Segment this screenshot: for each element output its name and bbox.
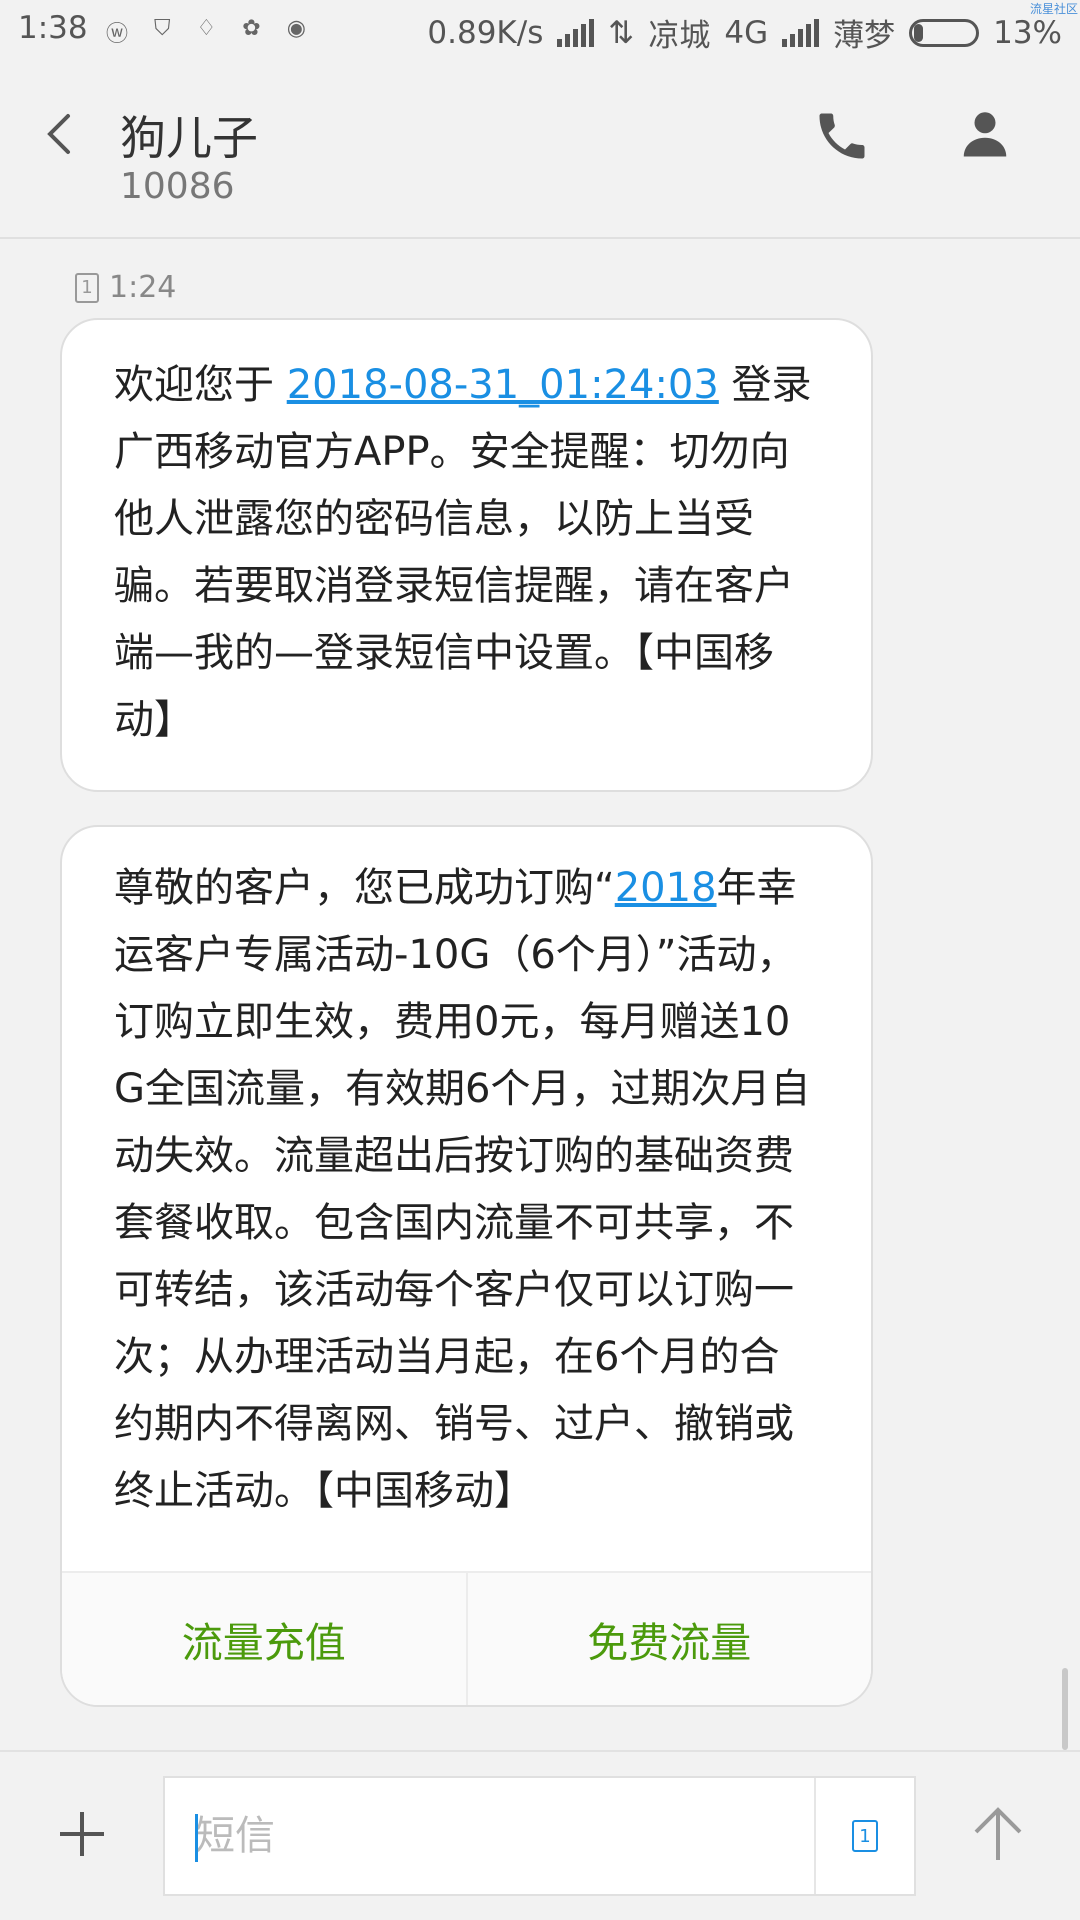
- contact-info-button[interactable]: [955, 104, 1015, 164]
- flower-icon: ✿: [242, 16, 261, 41]
- person-icon: [963, 112, 1007, 157]
- message-input-box: 1: [163, 1776, 916, 1896]
- status-bar: 1:38 ⓦ ⛉ ♢ ✿ ◉ 0.89K/s ⇅ 凉城 4G 薄梦 13% 流星…: [0, 0, 1080, 62]
- status-right: 0.89K/s ⇅ 凉城 4G 薄梦 13%: [427, 10, 1062, 55]
- back-arrow-icon: [47, 114, 70, 154]
- scrollbar[interactable]: [1062, 1668, 1068, 1750]
- weibo-icon: ⓦ: [106, 22, 129, 47]
- arrow-up-icon: [974, 1807, 1022, 1860]
- datetime-link[interactable]: 2018-08-31_01:24:03: [287, 362, 719, 408]
- network-speed: 0.89K/s: [427, 14, 544, 51]
- conversation-header: 狗儿子 10086: [0, 62, 1080, 239]
- contact-name: 狗儿子: [120, 111, 258, 165]
- sim-card-icon: 1: [75, 272, 99, 303]
- text-caret: [195, 1814, 198, 1862]
- data-recharge-button[interactable]: 流量充值: [62, 1573, 466, 1705]
- signal-icon: [557, 18, 595, 47]
- free-data-button[interactable]: 免费流量: [465, 1573, 872, 1705]
- sim-select-button[interactable]: 1: [814, 1778, 914, 1894]
- battery-icon: [909, 18, 980, 47]
- contact-number: 10086: [120, 166, 235, 207]
- back-button[interactable]: [38, 102, 88, 162]
- message-bubble[interactable]: 尊敬的客户，您已成功订购“2018年幸运客户专属活动-10G（6个月）”活动，订…: [60, 825, 873, 1707]
- signal-icon-2: [782, 18, 820, 47]
- watermark: 流星社区: [1029, 2, 1078, 16]
- battery-percent: 13%: [993, 14, 1062, 51]
- notification-icons: ⓦ ⛉ ♢ ✿ ◉: [106, 16, 306, 48]
- call-button[interactable]: [812, 106, 872, 166]
- sim-card-icon: 1: [852, 1820, 878, 1852]
- status-time: 1:38: [18, 10, 88, 46]
- data-transfer-icon: ⇅: [608, 14, 635, 51]
- year-link[interactable]: 2018: [615, 865, 717, 911]
- plus-icon: [60, 1812, 104, 1856]
- message-input[interactable]: [165, 1778, 815, 1894]
- shield-icon: ⛉: [154, 16, 171, 41]
- network-type: 4G: [724, 14, 769, 51]
- message-text: 欢迎您于 2018-08-31_01:24:03 登录广西移动官方APP。安全提…: [114, 362, 812, 743]
- send-button[interactable]: [966, 1802, 1030, 1866]
- composer-bar: 1: [0, 1750, 1080, 1920]
- carrier-2: 薄梦: [833, 18, 896, 54]
- add-attachment-button[interactable]: [54, 1806, 110, 1862]
- message-timestamp: 1 1:24: [75, 270, 176, 305]
- timestamp-text: 1:24: [109, 270, 177, 305]
- message-text: 尊敬的客户，您已成功订购“2018年幸运客户专属活动-10G（6个月）”活动，订…: [114, 865, 811, 1514]
- carrier-1: 凉城: [648, 18, 711, 54]
- message-actions: 流量充值 免费流量: [62, 1571, 871, 1705]
- phone-icon: [819, 113, 865, 159]
- message-bubble[interactable]: 欢迎您于 2018-08-31_01:24:03 登录广西移动官方APP。安全提…: [60, 318, 873, 792]
- qq-icon: ◉: [286, 16, 306, 41]
- bell-icon: ♢: [196, 16, 217, 41]
